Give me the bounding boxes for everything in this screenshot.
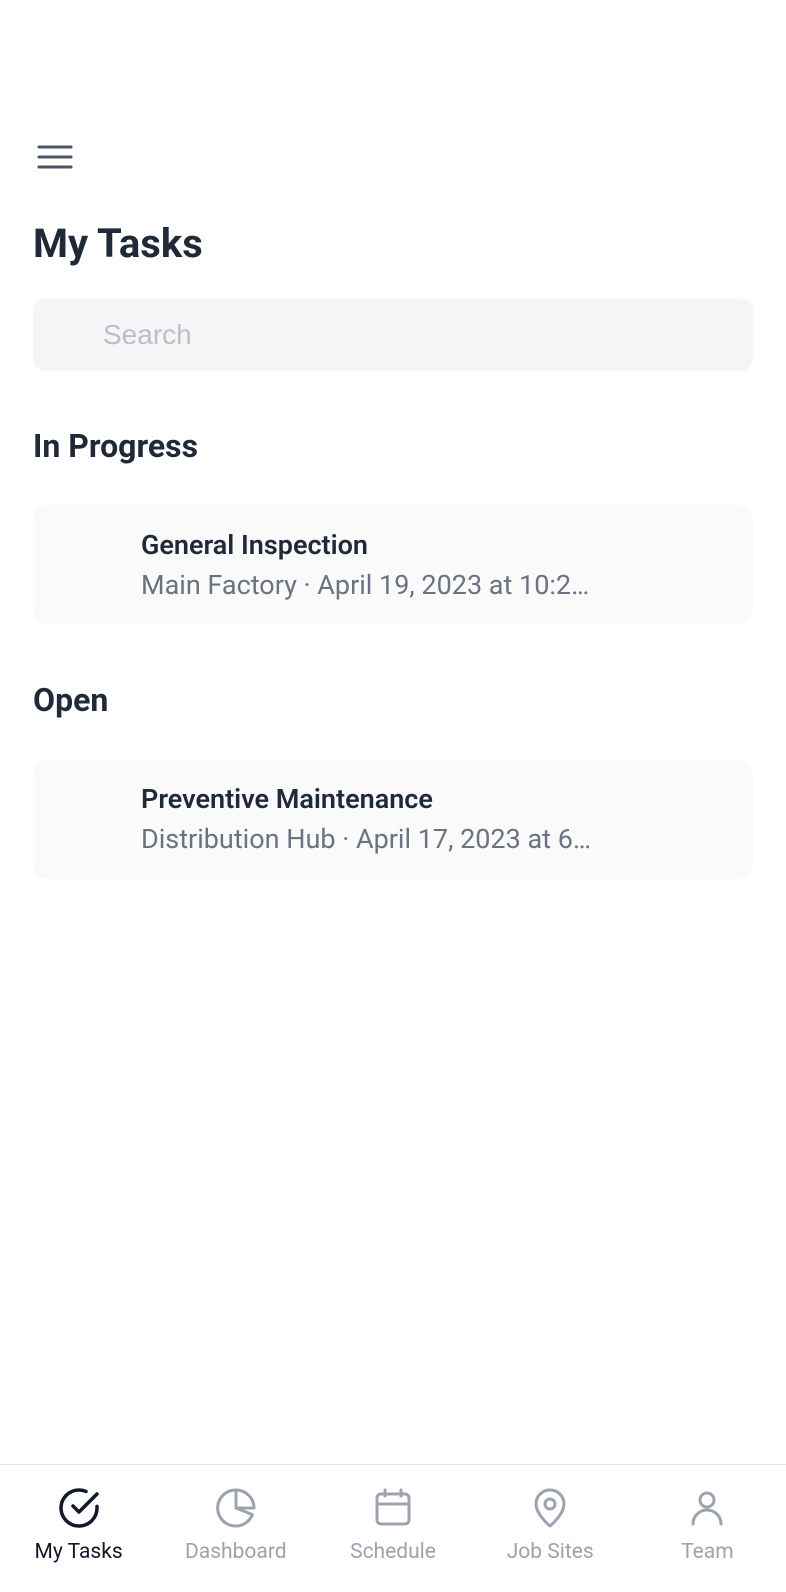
nav-label: My Tasks <box>35 1540 123 1564</box>
nav-label: Team <box>681 1540 734 1564</box>
search-input[interactable] <box>103 319 719 351</box>
bottom-nav: My Tasks Dashboard Schedule <box>0 1464 786 1592</box>
task-card[interactable]: General Inspection Main Factory · April … <box>33 505 753 625</box>
user-icon <box>685 1486 729 1530</box>
nav-item-job-sites[interactable]: Job Sites <box>472 1486 629 1564</box>
map-pin-icon <box>528 1486 572 1530</box>
nav-item-my-tasks[interactable]: My Tasks <box>0 1486 157 1564</box>
task-title: General Inspection <box>141 529 725 561</box>
menu-button[interactable] <box>33 135 77 179</box>
check-circle-icon <box>57 1486 101 1530</box>
pie-chart-icon <box>214 1486 258 1530</box>
section-title-open: Open <box>33 681 753 719</box>
search-container[interactable] <box>33 299 753 371</box>
task-card[interactable]: Preventive Maintenance Distribution Hub … <box>33 759 753 879</box>
task-title: Preventive Maintenance <box>141 783 725 815</box>
nav-label: Job Sites <box>507 1540 594 1564</box>
nav-item-team[interactable]: Team <box>629 1486 786 1564</box>
nav-label: Schedule <box>350 1540 436 1564</box>
section-in-progress: In Progress General Inspection Main Fact… <box>0 427 786 625</box>
calendar-icon <box>371 1486 415 1530</box>
section-title-in-progress: In Progress <box>33 427 753 465</box>
nav-item-dashboard[interactable]: Dashboard <box>157 1486 314 1564</box>
section-open: Open Preventive Maintenance Distribution… <box>0 681 786 879</box>
menu-icon <box>37 143 73 171</box>
page-title: My Tasks <box>33 220 753 267</box>
nav-label: Dashboard <box>185 1540 287 1564</box>
task-subtitle: Distribution Hub · April 17, 2023 at 6… <box>141 823 725 855</box>
nav-item-schedule[interactable]: Schedule <box>314 1486 471 1564</box>
task-subtitle: Main Factory · April 19, 2023 at 10:2… <box>141 569 725 601</box>
